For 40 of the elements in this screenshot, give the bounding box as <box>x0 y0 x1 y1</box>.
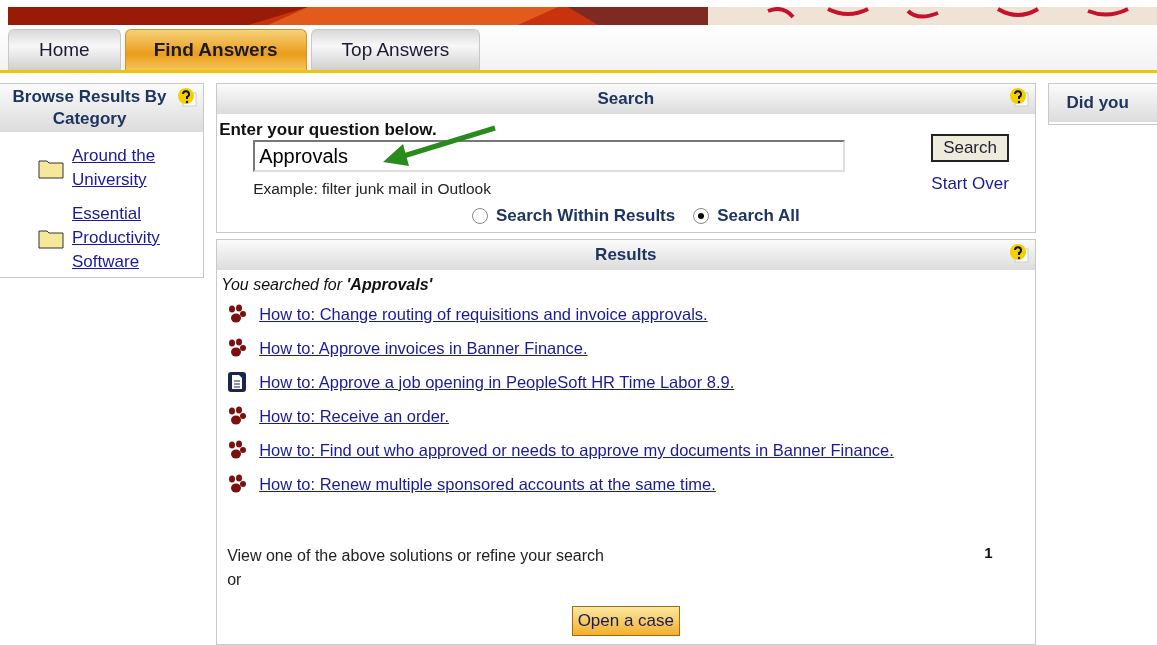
help-icon[interactable] <box>1008 87 1029 107</box>
panel-title: Results <box>595 244 657 266</box>
paw-icon <box>227 474 248 494</box>
help-icon[interactable] <box>177 87 198 107</box>
result-link[interactable]: How to: Change routing of requisitions and invoice approvals. <box>259 302 708 326</box>
start-over-link[interactable]: Start Over <box>931 174 1009 194</box>
example-hint: Example: filter junk mail in Outlook <box>253 180 492 198</box>
question-field[interactable]: Approvals <box>253 140 846 172</box>
panel-title: Browse Results By Category <box>11 86 168 130</box>
folder-icon <box>38 227 64 249</box>
category-link[interactable]: Essential Productivity Software <box>72 202 172 274</box>
radio-button[interactable] <box>693 208 710 224</box>
footer-text: View one of the above solutions or refine your search <box>227 546 604 566</box>
folder-icon <box>38 157 64 179</box>
question-prompt: Enter your question below. <box>219 120 438 140</box>
result-link[interactable]: How to: Renew multiple sponsored accounts at the same time. <box>259 472 716 496</box>
result-link[interactable]: How to: Approve invoices in Banner Finance. <box>259 336 588 360</box>
scope-option[interactable]: Search All <box>693 206 800 226</box>
search-button[interactable]: Search <box>931 134 1009 162</box>
result-link[interactable]: How to: Receive an order. <box>259 404 449 428</box>
paw-icon <box>227 440 248 460</box>
search-summary: You searched for 'Approvals' <box>221 276 434 294</box>
nav-tab[interactable]: Find Answers <box>124 29 307 70</box>
paw-icon <box>227 406 248 426</box>
open-case-button[interactable]: Open a case <box>571 606 681 636</box>
result-link[interactable]: How to: Find out who approved or needs to approve my documents in Banner Finance. <box>259 438 894 462</box>
document-icon <box>227 371 248 393</box>
paw-icon <box>227 304 248 324</box>
paw-icon <box>227 338 248 358</box>
panel-title: Search <box>597 88 655 110</box>
help-icon[interactable] <box>1008 243 1029 263</box>
result-link[interactable]: How to: Approve a job opening in PeopleSoft HR Time Labor 8.9. <box>259 370 735 394</box>
radio-button[interactable] <box>471 208 488 224</box>
result-count: 1 <box>984 544 993 563</box>
scope-option[interactable]: Search Within Results <box>471 206 676 226</box>
nav-tab[interactable]: Home <box>8 29 121 70</box>
or-text: or <box>226 570 243 590</box>
nav-tab[interactable]: Top Answers <box>310 29 481 70</box>
category-link[interactable]: Around the University <box>72 144 172 192</box>
panel-title: Did you <box>1066 92 1129 114</box>
